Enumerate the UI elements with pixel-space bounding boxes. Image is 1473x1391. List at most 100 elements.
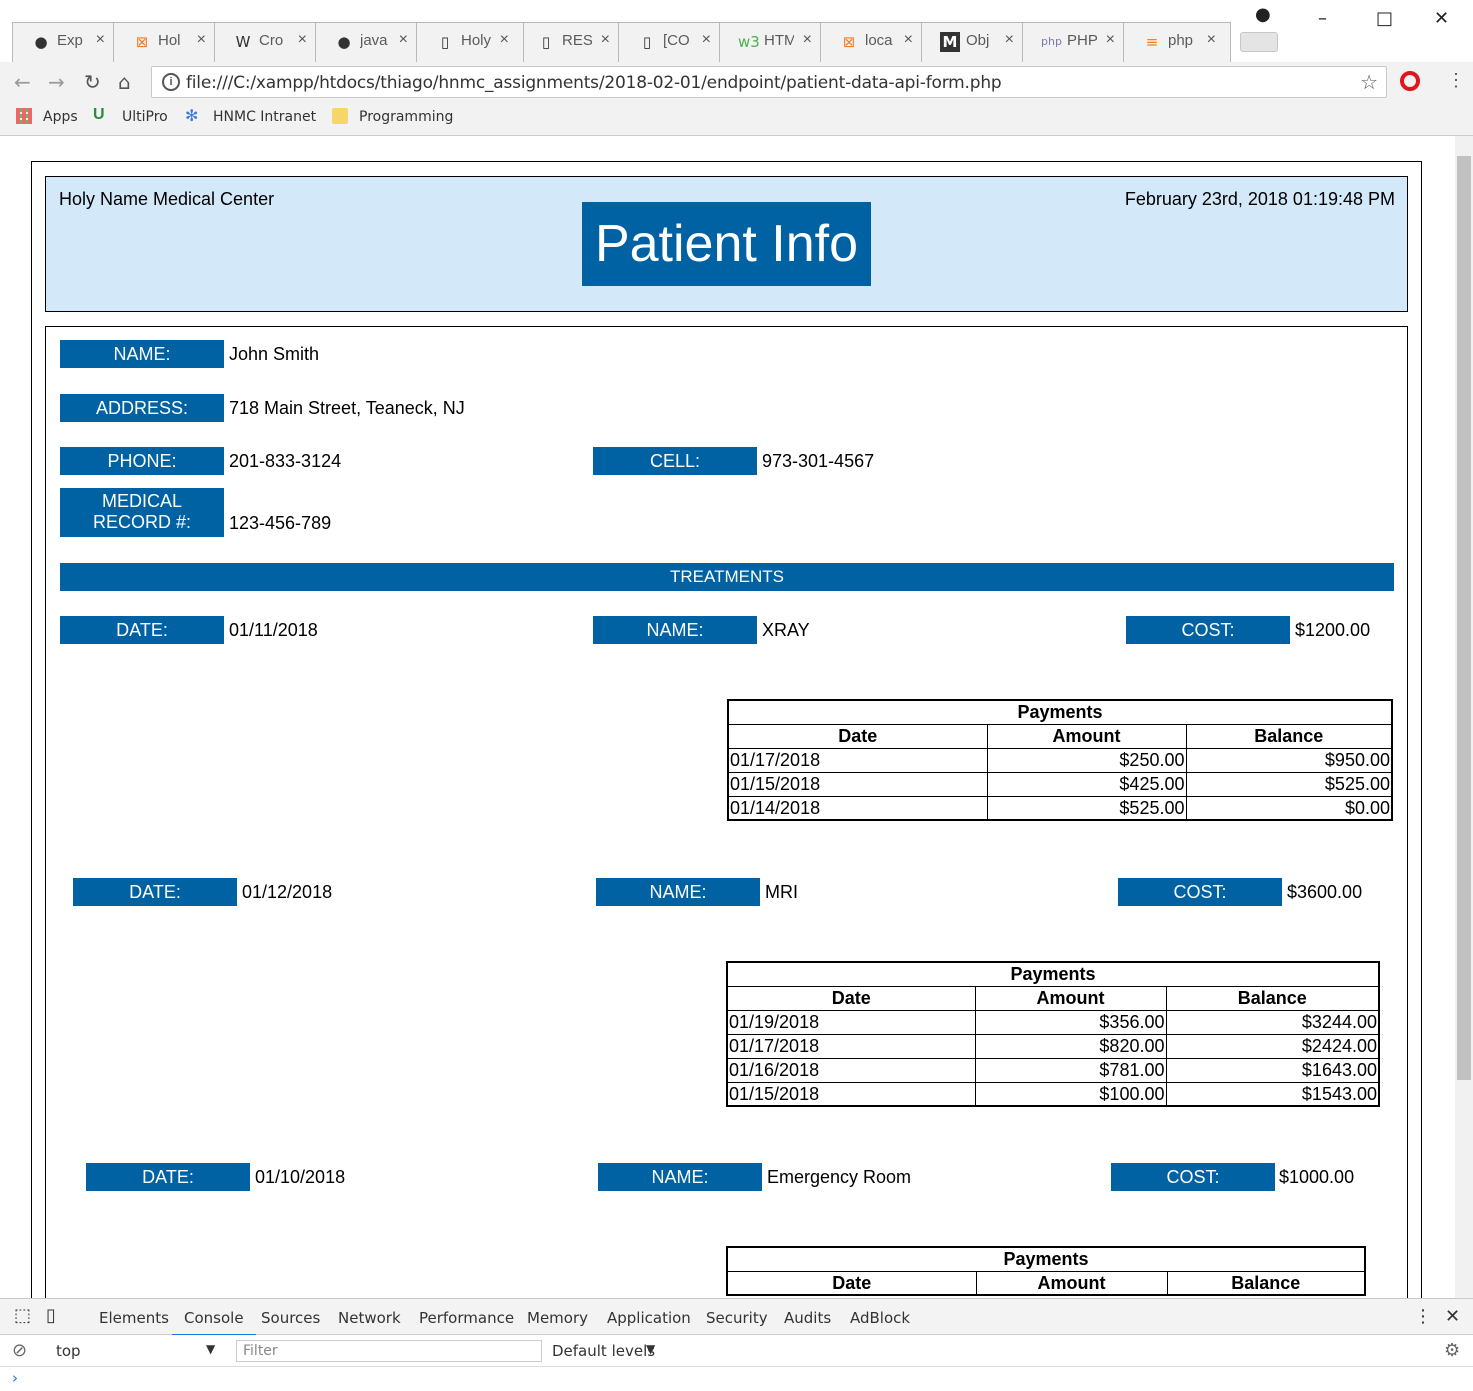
scrollbar-thumb[interactable]	[1457, 156, 1471, 1080]
treatment-date-label: DATE:	[60, 616, 224, 644]
browser-tab[interactable]: php PHP ×	[1022, 22, 1130, 62]
bookmark-hnmc-intranet[interactable]: HNMC Intranet	[213, 109, 316, 125]
close-tab-icon[interactable]: ×	[298, 31, 307, 49]
tab-audits[interactable]: Audits	[784, 1309, 831, 1327]
browser-tab[interactable]: ▯ [CO ×	[618, 22, 726, 62]
close-tab-icon[interactable]: ×	[1106, 31, 1115, 49]
browser-menu-icon[interactable]: ⋮	[1447, 70, 1465, 91]
xampp-icon: ⊠	[135, 33, 149, 51]
col-amount: Amount	[975, 1270, 1168, 1296]
tab-strip: ● Exp × ⊠ Hol × W Cro × ● java × ▯ Holy × ▯ RES × ▯[…	[0, 0, 1473, 62]
tab-security[interactable]: Security	[706, 1309, 768, 1327]
browser-tab-active[interactable]: ▯ Holy ×	[416, 22, 524, 62]
close-tab-icon[interactable]: ×	[601, 31, 610, 49]
filter-input[interactable]: Filter	[236, 1340, 542, 1362]
close-tab-icon[interactable]: ×	[702, 31, 711, 49]
stackoverflow-icon: ≡	[1145, 33, 1159, 51]
bookmark-star-icon[interactable]: ☆	[1360, 70, 1378, 95]
maximize-button[interactable]: □	[1376, 8, 1393, 29]
browser-tab[interactable]: ▯ RES ×	[517, 22, 625, 62]
browser-tab[interactable]: ≡ php ×	[1123, 22, 1231, 62]
tab-sources[interactable]: Sources	[261, 1309, 320, 1327]
close-tab-icon[interactable]: ×	[904, 31, 913, 49]
devtools-panel: ⬚ ▯ Elements Console Sources Network Per…	[0, 1298, 1473, 1391]
close-tab-icon[interactable]: ×	[1005, 31, 1014, 49]
apps-icon	[16, 108, 32, 124]
close-tab-icon[interactable]: ×	[96, 31, 105, 49]
tab-application[interactable]: Application	[607, 1309, 691, 1327]
browser-tab[interactable]: M Obj ×	[921, 22, 1029, 62]
address-label: ADDRESS:	[60, 394, 224, 422]
tab-adblock[interactable]: AdBlock	[850, 1309, 910, 1327]
close-tab-icon[interactable]: ×	[500, 31, 509, 49]
treatment-name: MRI	[765, 882, 798, 902]
close-tab-icon[interactable]: ×	[803, 31, 812, 49]
payments-table: Payments Date Amount Balance 01/19/2018 $…	[726, 961, 1380, 1107]
treatment-name-label: NAME:	[596, 878, 760, 906]
tab-memory[interactable]: Memory	[527, 1309, 588, 1327]
treatment-date: 01/10/2018	[255, 1167, 346, 1187]
treatment-date: 01/11/2018	[229, 620, 318, 640]
devtools-close-icon[interactable]: ✕	[1445, 1306, 1460, 1327]
browser-tab[interactable]: ● Exp ×	[12, 22, 120, 62]
context-select[interactable]: top	[56, 1342, 81, 1360]
address-bar[interactable]: i file:///C:/xampp/htdocs/thiago/hnmc_as…	[151, 66, 1387, 98]
home-button[interactable]: ⌂	[118, 70, 131, 94]
opera-extension-icon[interactable]	[1400, 71, 1420, 91]
devtools-menu-icon[interactable]: ⋮	[1414, 1306, 1432, 1327]
name-label: NAME:	[60, 340, 224, 368]
close-tab-icon[interactable]: ×	[1207, 31, 1216, 49]
patient-name: John Smith	[229, 344, 320, 364]
treatment-date: 01/12/2018	[242, 882, 333, 902]
xampp-icon: ⊠	[842, 33, 856, 51]
url-text[interactable]: file:///C:/xampp/htdocs/thiago/hnmc_assi…	[186, 73, 1002, 93]
page-scrollbar[interactable]	[1455, 136, 1473, 1298]
tab-network[interactable]: Network	[338, 1309, 401, 1327]
page-viewport: Holy Name Medical Center Patient Info Fe…	[0, 136, 1455, 1298]
col-date: Date	[726, 1270, 977, 1296]
device-toggle-icon[interactable]: ▯	[46, 1305, 56, 1326]
col-date: Date	[726, 985, 976, 1011]
bookmark-ultipro[interactable]: UltiPro	[122, 109, 168, 125]
page-icon: ▯	[541, 33, 551, 51]
bookmark-programming[interactable]: Programming	[359, 109, 453, 125]
payments-caption: Payments	[727, 699, 1393, 725]
close-tab-icon[interactable]: ×	[399, 31, 408, 49]
browser-tab[interactable]: W Cro ×	[214, 22, 322, 62]
chevron-down-icon[interactable]: ▼	[206, 1342, 215, 1356]
hnmc-icon: ✻	[185, 108, 199, 125]
settings-gear-icon[interactable]: ⚙	[1444, 1340, 1460, 1361]
w3-icon: w3	[738, 33, 760, 51]
tab-console[interactable]: Console	[172, 1309, 256, 1336]
back-button[interactable]: ←	[14, 70, 31, 94]
github-icon: ●	[34, 33, 48, 51]
close-tab-icon[interactable]: ×	[197, 31, 206, 49]
info-icon[interactable]: i	[162, 73, 180, 91]
devtools-tabs: ⬚ ▯ Elements Console Sources Network Per…	[0, 1299, 1473, 1336]
browser-tab[interactable]: ⊠ Hol ×	[113, 22, 221, 62]
browser-tab[interactable]: ● java ×	[315, 22, 423, 62]
new-tab-button[interactable]	[1240, 32, 1278, 52]
cell-label: CELL:	[593, 447, 757, 475]
profile-icon[interactable]: ●	[1255, 4, 1271, 25]
org-name: Holy Name Medical Center	[59, 189, 275, 209]
console-prompt[interactable]: ›	[0, 1367, 1473, 1391]
close-window-button[interactable]: ✕	[1434, 8, 1449, 29]
treatment-date-label: DATE:	[86, 1163, 250, 1191]
payments-caption: Payments	[726, 1246, 1366, 1272]
forward-button[interactable]: →	[48, 70, 65, 94]
bookmark-apps[interactable]: Apps	[43, 109, 78, 125]
bookmarks-bar: Apps U UltiPro ✻ HNMC Intranet Programmi…	[0, 100, 1473, 134]
chevron-down-icon[interactable]: ▼	[646, 1342, 655, 1356]
browser-tab[interactable]: ⊠ loca ×	[820, 22, 928, 62]
tab-performance[interactable]: Performance	[419, 1309, 514, 1327]
inspect-icon[interactable]: ⬚	[14, 1305, 31, 1326]
table-row: 01/14/2018 $525.00 $0.00	[727, 795, 1393, 821]
clear-console-icon[interactable]: ⊘	[12, 1340, 27, 1361]
browser-tab[interactable]: w3 HTM ×	[719, 22, 827, 62]
minimize-button[interactable]: –	[1318, 8, 1327, 29]
levels-select[interactable]: Default levels	[552, 1342, 655, 1360]
mrn-label: MEDICAL RECORD #:	[60, 488, 224, 537]
tab-elements[interactable]: Elements	[99, 1309, 169, 1327]
reload-button[interactable]: ↻	[84, 70, 101, 94]
